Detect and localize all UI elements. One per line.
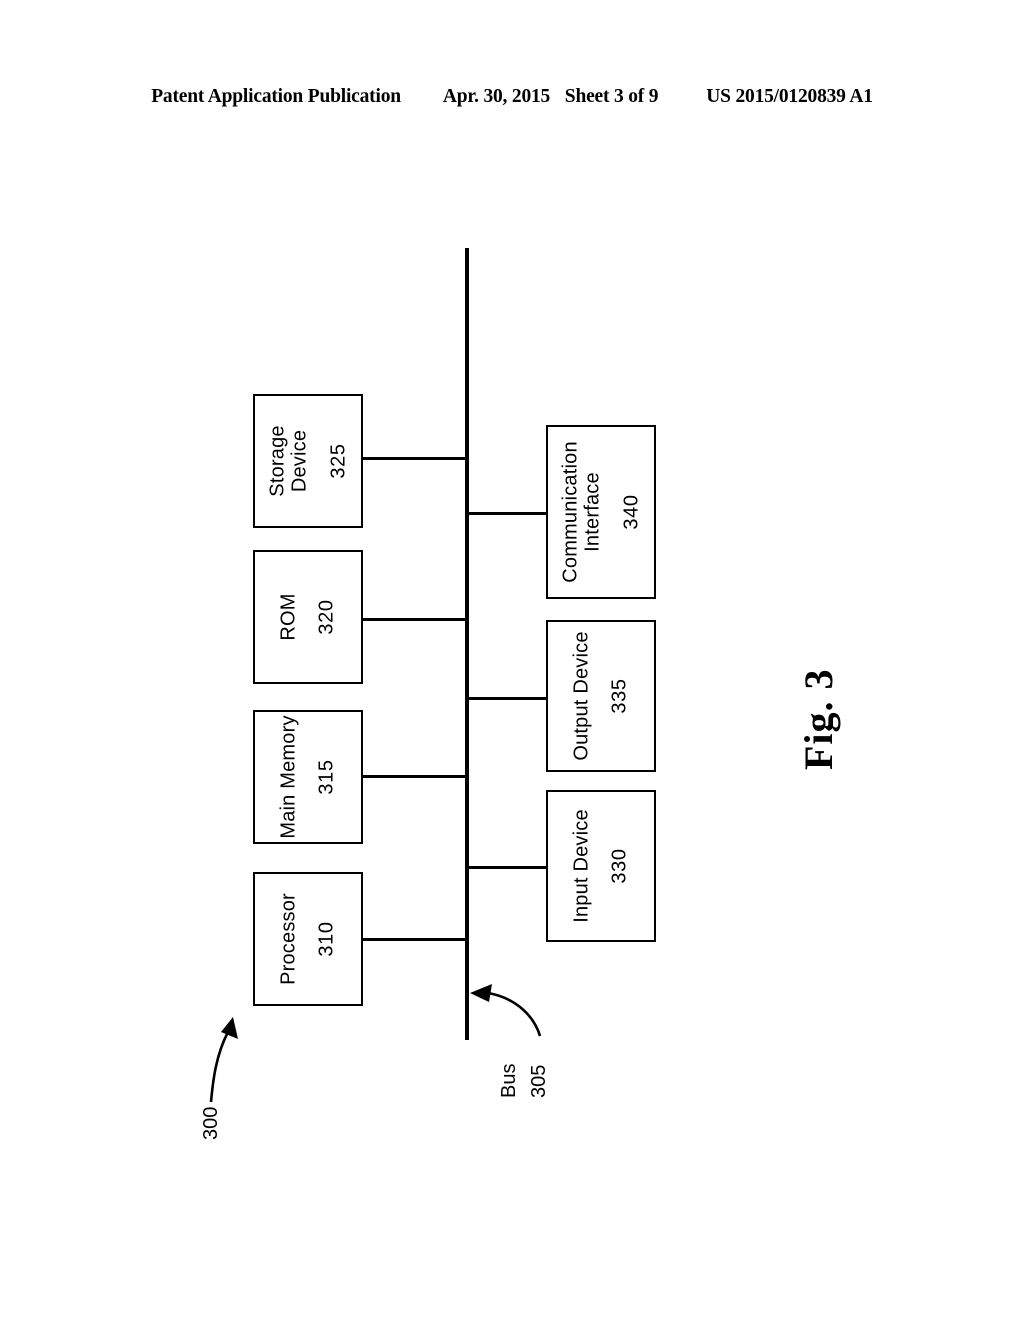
node-storage-device-title-line2: Device [288, 429, 311, 493]
bus-label-group: Bus [498, 1064, 521, 1098]
bus-leader-arrowhead [470, 984, 492, 1002]
node-main-memory-title: Main Memory [278, 715, 300, 838]
system-ref-leader-curve [209, 1031, 230, 1103]
node-rom: ROM 320 [253, 550, 363, 684]
node-communication-interface-title-line1: Communication [559, 441, 582, 583]
node-main-memory: Main Memory 315 [253, 710, 363, 844]
node-output-device-title-line1: Output Device [570, 631, 593, 761]
node-rom-inner: ROM 320 [278, 593, 339, 640]
bus-label-text: Bus [498, 1063, 520, 1098]
node-input-device-title-line1: Input Device [570, 809, 593, 923]
node-output-device: Output Device 335 [546, 620, 656, 772]
node-communication-interface-title-line2: Interface [581, 472, 604, 552]
connector-rom-to-bus [363, 618, 467, 621]
node-communication-interface-inner: Communication Interface 340 [559, 441, 642, 583]
node-rom-title: ROM [278, 593, 300, 640]
node-processor-title-line1: Processor [277, 893, 300, 985]
node-storage-device-title-line1: Storage [266, 425, 289, 497]
connector-processor-to-bus [363, 938, 467, 941]
connector-bus-to-communication-interface [465, 512, 548, 515]
connector-bus-to-output-device [465, 697, 548, 700]
node-storage-device-inner: Storage Device 325 [266, 425, 349, 496]
node-communication-interface-title: Communication Interface [559, 441, 604, 583]
figure-3-block-diagram: Storage Device 325 ROM 320 Main Memory 3… [0, 0, 1024, 1320]
system-ref-leader-arrowhead [221, 1017, 238, 1039]
connector-main-memory-to-bus [363, 775, 467, 778]
node-output-device-title: Output Device [571, 631, 593, 760]
node-storage-device-title: Storage Device [266, 425, 311, 496]
system-ref-label: 300 [200, 1106, 222, 1140]
figure-caption: Fig. 3 [796, 668, 841, 770]
node-processor-inner: Processor 310 [278, 893, 339, 985]
node-output-device-ref: 335 [609, 678, 631, 714]
node-storage-device-ref: 325 [327, 443, 350, 479]
node-main-memory-inner: Main Memory 315 [278, 715, 339, 838]
node-processor: Processor 310 [253, 872, 363, 1006]
connector-storage-device-to-bus [363, 457, 467, 460]
node-main-memory-title-line1: Main Memory [277, 715, 300, 839]
node-input-device-ref: 330 [609, 848, 631, 884]
node-main-memory-ref: 315 [316, 759, 338, 795]
bus-leader-curve [487, 991, 542, 1037]
bus-ref-text: 305 [528, 1064, 550, 1098]
node-input-device: Input Device 330 [546, 790, 656, 942]
node-processor-title: Processor [278, 893, 300, 985]
node-processor-ref: 310 [316, 921, 338, 957]
connector-bus-to-input-device [465, 866, 548, 869]
node-rom-title-line1: ROM [277, 593, 300, 641]
node-input-device-title: Input Device [571, 809, 593, 923]
bus-ref-group: 305 [528, 1065, 551, 1098]
node-rom-ref: 320 [316, 599, 338, 635]
node-input-device-inner: Input Device 330 [571, 809, 632, 923]
node-storage-device: Storage Device 325 [253, 394, 363, 528]
leader-lines-overlay [209, 984, 542, 1103]
node-communication-interface-ref: 340 [620, 494, 643, 530]
bus-line [465, 248, 469, 1040]
node-communication-interface: Communication Interface 340 [546, 425, 656, 599]
node-output-device-inner: Output Device 335 [571, 631, 632, 760]
